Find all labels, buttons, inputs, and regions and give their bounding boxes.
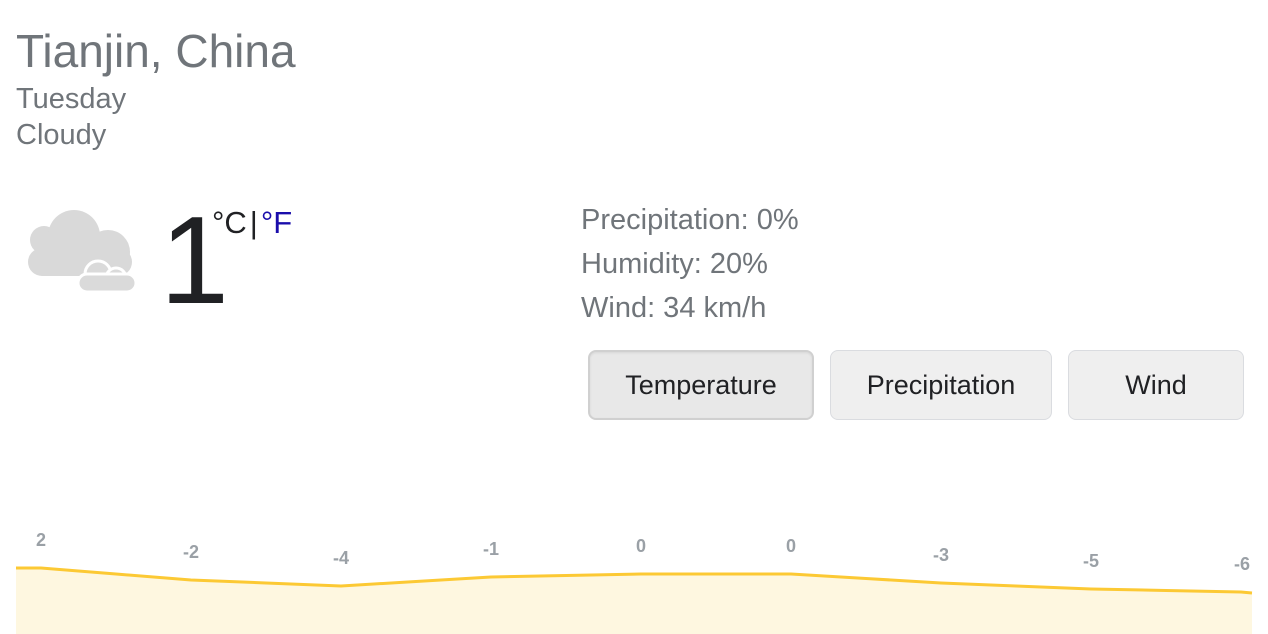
temperature-label: -2 (183, 542, 199, 562)
temperature-label: -6 (1234, 554, 1250, 574)
unit-toggle: °C|°F (212, 203, 292, 243)
tab-wind[interactable]: Wind (1068, 350, 1244, 420)
unit-separator: | (249, 205, 258, 240)
temperature-chart: 2 -2 -4 -1 0 0 -3 -5 -6 (16, 530, 1253, 634)
wind-detail: Wind: 34 km/h (581, 292, 767, 324)
temperature-label: 0 (786, 536, 796, 556)
fahrenheit-link[interactable]: °F (261, 205, 292, 240)
temperature-label: 0 (636, 536, 646, 556)
tab-temperature[interactable]: Temperature (588, 350, 814, 420)
temperature-label: -4 (333, 548, 349, 568)
cloudy-icon (28, 210, 138, 294)
temperature-label: 2 (36, 530, 46, 550)
day-label: Tuesday (16, 83, 127, 115)
temperature-label: -3 (933, 545, 949, 565)
weather-details: Precipitation: 0% Humidity: 20% Wind: 34… (581, 198, 799, 330)
celsius-unit: °C (212, 205, 247, 240)
location-title: Tianjin, China (16, 25, 296, 77)
temperature-label: -1 (483, 539, 499, 559)
humidity-detail: Humidity: 20% (581, 248, 768, 280)
precipitation-detail: Precipitation: 0% (581, 204, 799, 236)
temperature-label: -5 (1083, 551, 1099, 571)
tab-precipitation[interactable]: Precipitation (830, 350, 1052, 420)
condition-label: Cloudy (16, 119, 107, 151)
temperature-area-fill (16, 568, 1252, 634)
